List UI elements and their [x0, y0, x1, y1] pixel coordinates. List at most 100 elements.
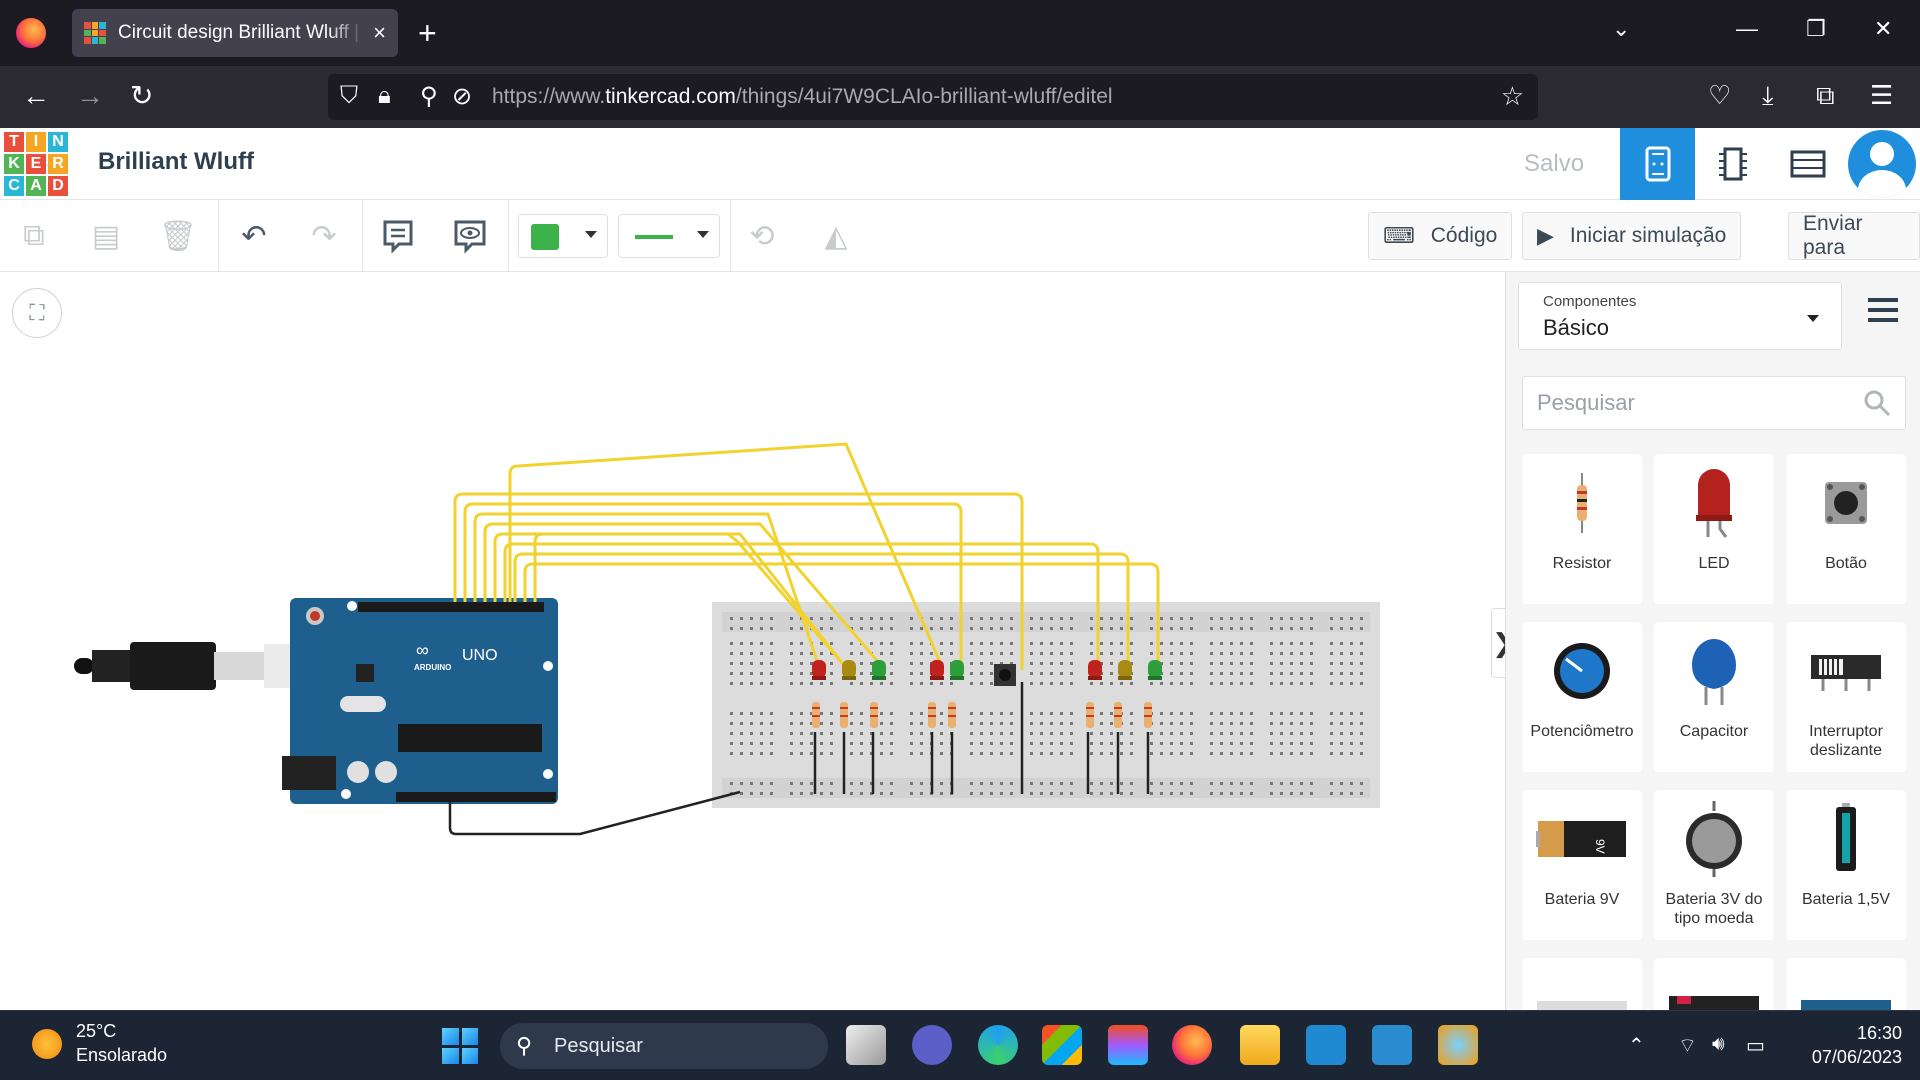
schematic-view-button[interactable]	[1695, 128, 1770, 200]
paste-icon[interactable]: ▤	[86, 216, 126, 256]
send-to-button[interactable]: Enviar para	[1788, 212, 1920, 260]
toggle-notes-visibility-icon[interactable]	[450, 216, 490, 256]
battery-aa-icon	[1786, 798, 1906, 880]
weather-description[interactable]: Ensolarado	[76, 1045, 167, 1066]
close-window-icon[interactable]: ✕	[1874, 16, 1892, 42]
microbit-icon	[1654, 966, 1774, 1014]
show-hidden-icons-chevron-icon[interactable]: ⌃	[1628, 1033, 1645, 1058]
component-search-input[interactable]	[1523, 377, 1853, 429]
rotate-icon[interactable]: ⟲	[742, 216, 782, 256]
search-icon[interactable]	[1863, 389, 1891, 417]
task-view-icon[interactable]	[846, 1025, 886, 1065]
teams-chat-icon[interactable]	[912, 1025, 952, 1065]
component-card-capacitor[interactable]: Capacitor	[1654, 622, 1774, 772]
svg-text:9V: 9V	[1593, 839, 1607, 854]
edge-icon[interactable]	[978, 1025, 1018, 1065]
firefox-taskbar-icon[interactable]	[1172, 1025, 1212, 1065]
undo-icon[interactable]: ↶	[234, 216, 274, 256]
address-bar[interactable]: ⛉ 🔒︎ ⚲ ⊘ https://www.tinkercad.com/thing…	[328, 74, 1538, 120]
weather-temperature[interactable]: 25°C	[76, 1021, 116, 1042]
file-explorer-icon[interactable]	[1240, 1025, 1280, 1065]
close-tab-icon[interactable]: ×	[373, 20, 386, 46]
wire-type-dropdown[interactable]	[618, 214, 720, 258]
circuit-view-button[interactable]	[1620, 128, 1695, 200]
taskbar-clock[interactable]: 16:30 07/06/2023	[1790, 1021, 1902, 1069]
chevron-down-icon	[1807, 315, 1819, 322]
paint-icon[interactable]	[1438, 1025, 1478, 1065]
url-text[interactable]: https://www.tinkercad.com/things/4ui7W9C…	[492, 85, 1113, 109]
wire-color-dropdown[interactable]	[518, 214, 608, 258]
taskbar-search[interactable]: ⚲ Pesquisar	[500, 1023, 828, 1069]
redo-icon[interactable]: ↷	[304, 216, 344, 256]
circuit-drawing[interactable]: UNO ARDUINO ∞	[0, 272, 1490, 1010]
permissions-icon[interactable]: ⚲	[420, 82, 438, 111]
restore-icon[interactable]: ❐	[1806, 16, 1826, 42]
forward-icon[interactable]: →	[76, 80, 104, 112]
component-grid: Resistor LED Botão Potenciômetro Capacit…	[1522, 454, 1906, 1014]
battery-icon[interactable]: ▭	[1746, 1033, 1765, 1058]
component-card-arduino[interactable]	[1786, 958, 1906, 1014]
menu-icon[interactable]: ☰	[1870, 80, 1893, 111]
microsoft-store-icon[interactable]	[1042, 1025, 1082, 1065]
delete-icon[interactable]: 🗑︎	[158, 216, 198, 256]
new-tab-button[interactable]: +	[418, 14, 437, 52]
downloads-icon[interactable]: ⤓	[1762, 80, 1774, 112]
list-view-icon[interactable]	[1868, 298, 1898, 322]
tab-title: Circuit design Brilliant Wluff | Tinkerc…	[118, 22, 365, 43]
tinkercad-favicon-icon	[84, 22, 106, 44]
minimize-icon[interactable]: —	[1736, 16, 1758, 42]
copy-icon[interactable]: ⧉	[14, 216, 54, 256]
tinkercad-logo[interactable]: T I N K E R C A D	[4, 132, 68, 196]
volume-icon[interactable]: 🔊︎	[1712, 1033, 1725, 1056]
shield-icon[interactable]: ⛉	[340, 82, 358, 110]
tracking-blocked-icon[interactable]: ⊘	[452, 82, 472, 111]
component-card-resistor[interactable]: Resistor	[1522, 454, 1642, 604]
pocket-icon[interactable]: ♡	[1708, 80, 1731, 111]
play-icon: ▶	[1537, 223, 1554, 248]
start-simulation-button[interactable]: ▶ Iniciar simulação	[1522, 212, 1742, 260]
vscode-icon[interactable]	[1306, 1025, 1346, 1065]
circuit-canvas[interactable]: ⛶ UNO ARDUINO ∞ ❯	[0, 272, 1515, 1010]
component-list-view-button[interactable]	[1770, 128, 1845, 200]
lock-icon[interactable]: 🔒︎	[378, 82, 391, 110]
svg-text:UNO: UNO	[462, 647, 498, 664]
coin-battery-icon	[1654, 798, 1774, 880]
editor-toolbar: ⧉ ▤ 🗑︎ ↶ ↷ ⟲ ◭ ⌨ Código ▶ Iniciar simulaçã…	[0, 200, 1920, 272]
design-title[interactable]: Brilliant Wluff	[98, 148, 254, 176]
category-label: Componentes	[1543, 293, 1637, 310]
wire-type-preview	[635, 235, 673, 239]
component-category-dropdown[interactable]: Componentes Básico	[1518, 282, 1842, 350]
browser-tab-bar: Circuit design Brilliant Wluff | Tinkerc…	[0, 0, 1920, 66]
component-card-microbit[interactable]	[1654, 958, 1774, 1014]
notes-icon[interactable]	[378, 216, 418, 256]
windows-start-icon[interactable]	[442, 1028, 478, 1064]
wifi-icon[interactable]: ⌔	[1678, 1033, 1697, 1058]
browser-nav-bar: ← → ↻ ⛉ 🔒︎ ⚲ ⊘ https://www.tinkercad.com…	[0, 66, 1920, 128]
component-card-slide-switch[interactable]: Interruptor deslizante	[1786, 622, 1906, 772]
extensions-icon[interactable]: ⧉	[1816, 80, 1835, 112]
code-button[interactable]: ⌨ Código	[1368, 212, 1513, 260]
reload-icon[interactable]: ↻	[130, 80, 153, 112]
component-card-breadboard-small[interactable]	[1522, 958, 1642, 1014]
user-avatar[interactable]	[1848, 130, 1916, 198]
bookmark-star-icon[interactable]: ☆	[1501, 81, 1524, 112]
firefox-icon[interactable]	[16, 18, 46, 48]
slide-switch-icon	[1786, 630, 1906, 712]
tab-list-chevron-icon[interactable]: ⌄	[1612, 16, 1630, 42]
app-header: T I N K E R C A D Brilliant Wluff Salvo	[0, 128, 1920, 200]
component-card-battery-aa[interactable]: Bateria 1,5V	[1786, 790, 1906, 940]
notepad-icon[interactable]	[1372, 1025, 1412, 1065]
figma-icon[interactable]	[1108, 1025, 1148, 1065]
wire-color-swatch	[531, 224, 559, 250]
led-icon	[1654, 462, 1774, 544]
component-card-led[interactable]: LED	[1654, 454, 1774, 604]
component-card-coin-battery[interactable]: Bateria 3V do tipo moeda	[1654, 790, 1774, 940]
component-card-button[interactable]: Botão	[1786, 454, 1906, 604]
chip-icon	[1718, 147, 1747, 181]
weather-sun-icon[interactable]	[32, 1029, 62, 1059]
component-card-potentiometer[interactable]: Potenciômetro	[1522, 622, 1642, 772]
component-card-battery-9v[interactable]: 9V Bateria 9V	[1522, 790, 1642, 940]
back-icon[interactable]: ←	[22, 80, 50, 112]
browser-tab[interactable]: Circuit design Brilliant Wluff | Tinkerc…	[72, 9, 398, 57]
flip-icon[interactable]: ◭	[816, 216, 856, 256]
